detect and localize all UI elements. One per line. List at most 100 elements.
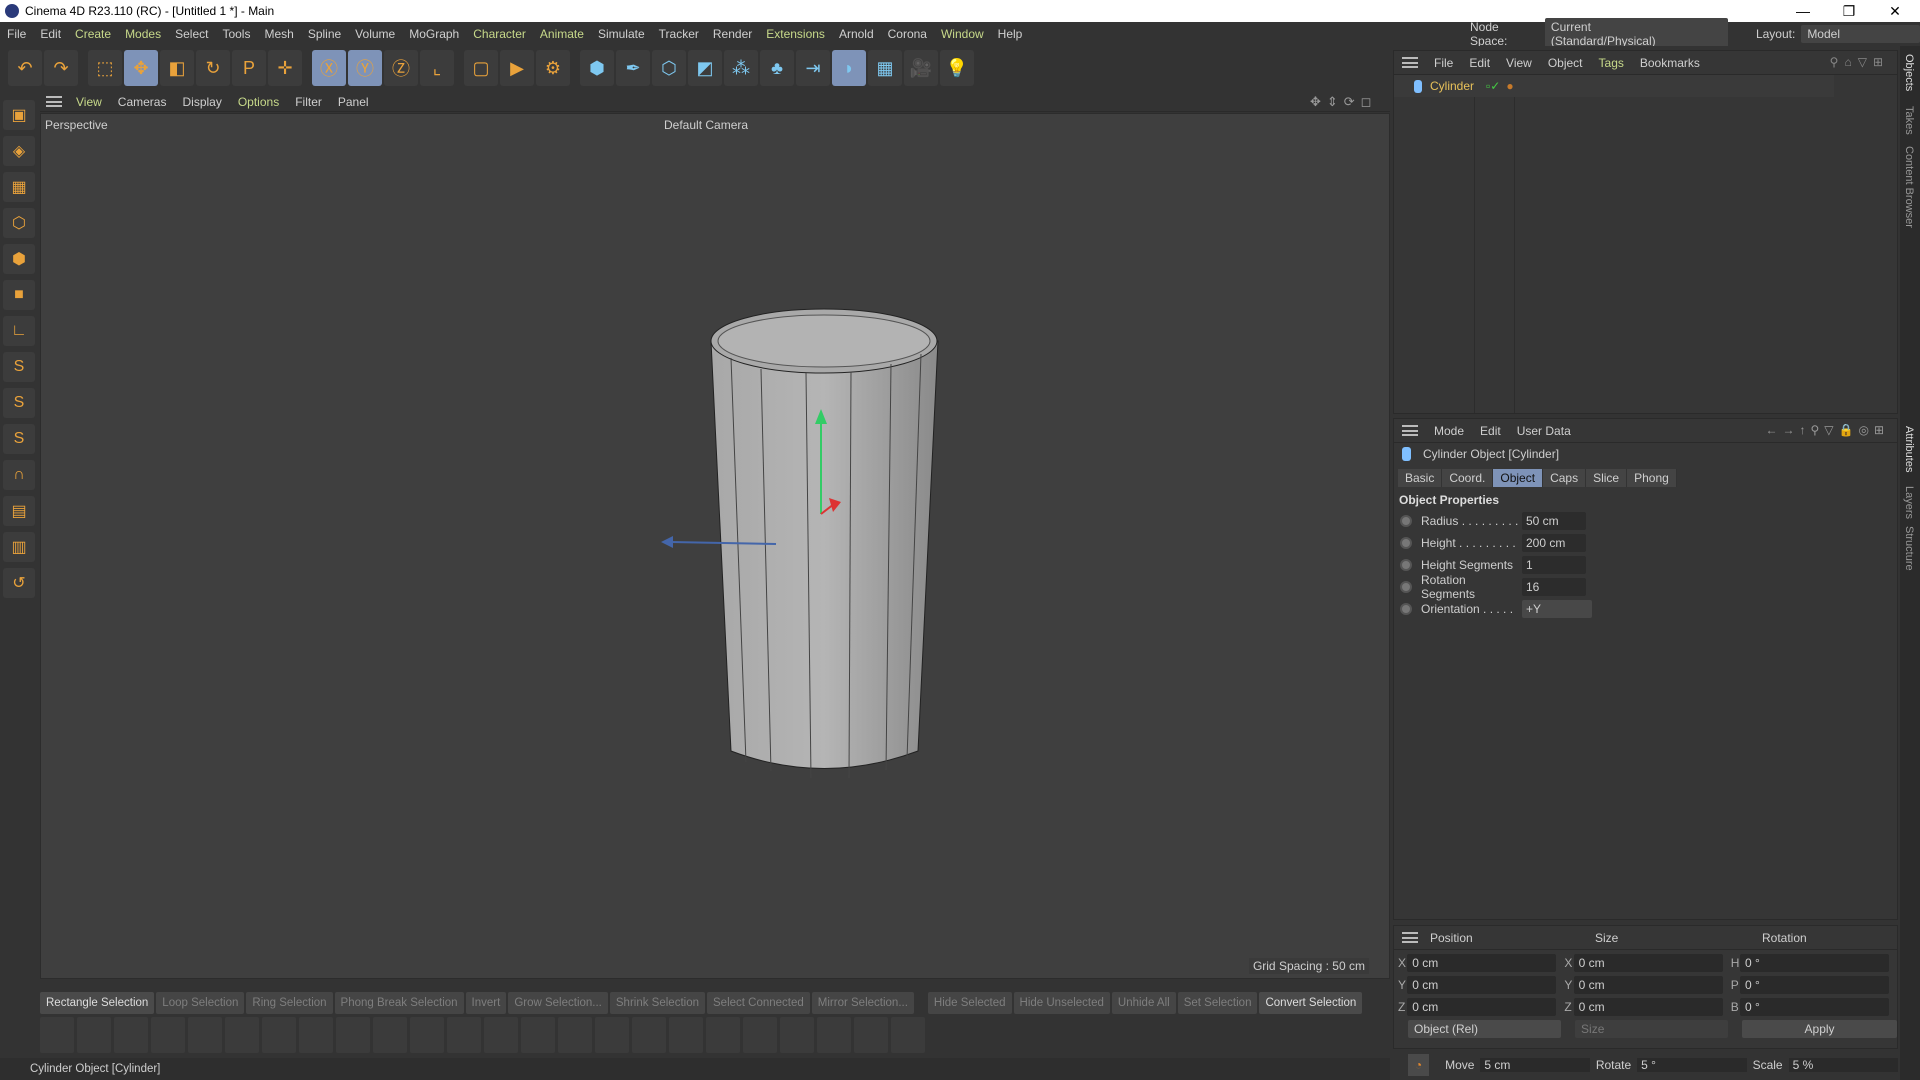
- magnet-icon[interactable]: [188, 1017, 222, 1053]
- dissolve-icon[interactable]: [669, 1017, 703, 1053]
- menu-corona[interactable]: Corona: [881, 27, 934, 41]
- restore-button[interactable]: ❐: [1826, 0, 1872, 22]
- menu-volume[interactable]: Volume: [348, 27, 402, 41]
- menu-animate[interactable]: Animate: [533, 27, 591, 41]
- size-field[interactable]: 0 cm: [1573, 976, 1723, 994]
- viewport-nav-icons[interactable]: ✥⇕⟳◻: [1310, 94, 1377, 110]
- quantize-icon[interactable]: S: [3, 424, 35, 454]
- rotate-icon[interactable]: ↻: [196, 50, 230, 86]
- points-mode-icon[interactable]: ⬡: [3, 208, 35, 238]
- minimize-button[interactable]: —: [1780, 0, 1826, 22]
- scale-step-field[interactable]: 5 %: [1788, 1058, 1898, 1072]
- menu-arnold[interactable]: Arnold: [832, 27, 881, 41]
- side-tab-layers[interactable]: Layers: [1903, 486, 1915, 519]
- render-settings-icon[interactable]: ⚙: [536, 50, 570, 86]
- rotation-field[interactable]: 0 °: [1739, 976, 1890, 994]
- attributes-menu-user-data[interactable]: User Data: [1517, 424, 1571, 438]
- objects-menu-edit[interactable]: Edit: [1469, 56, 1490, 70]
- extrude-icon[interactable]: ◩: [688, 50, 722, 86]
- property-field[interactable]: +Y: [1522, 600, 1592, 618]
- bridge-icon[interactable]: [336, 1017, 370, 1053]
- objects-menu-object[interactable]: Object: [1548, 56, 1583, 70]
- optimize-icon[interactable]: [817, 1017, 851, 1053]
- animate-radio-icon[interactable]: [1400, 603, 1412, 615]
- voronoi-icon[interactable]: ♣: [760, 50, 794, 86]
- line-cut-icon[interactable]: [373, 1017, 407, 1053]
- objects-menu-file[interactable]: File: [1434, 56, 1453, 70]
- viewport-menu-display[interactable]: Display: [174, 95, 229, 109]
- live-selection-icon[interactable]: ⬚: [88, 50, 122, 86]
- side-tab-structure[interactable]: Structure: [1903, 526, 1915, 571]
- axis-mode-icon[interactable]: ∟: [3, 316, 35, 346]
- edges-mode-icon[interactable]: ⬢: [3, 244, 35, 274]
- objects-menu-bookmarks[interactable]: Bookmarks: [1640, 56, 1700, 70]
- position-field[interactable]: 0 cm: [1407, 976, 1557, 994]
- tab-caps[interactable]: Caps: [1543, 469, 1587, 487]
- animate-radio-icon[interactable]: [1400, 581, 1412, 593]
- stitch-icon[interactable]: [114, 1017, 148, 1053]
- attributes-menu-mode[interactable]: Mode: [1434, 424, 1464, 438]
- snap-cycle-icon[interactable]: ◔: [1408, 1054, 1430, 1076]
- objects-menu-view[interactable]: View: [1506, 56, 1532, 70]
- rotation-field[interactable]: 0 °: [1739, 998, 1890, 1016]
- y-axis-icon[interactable]: Ⓨ: [348, 50, 382, 86]
- mirror-selection-button[interactable]: Mirror Selection...: [811, 992, 914, 1014]
- matrix-extrude-icon[interactable]: [299, 1017, 333, 1053]
- snap-settings-icon[interactable]: S: [3, 388, 35, 418]
- menu-spline[interactable]: Spline: [301, 27, 348, 41]
- grow-selection-button[interactable]: Grow Selection...: [508, 992, 608, 1014]
- side-tab-takes[interactable]: Takes: [1903, 106, 1915, 135]
- rotate-step-field[interactable]: 5 °: [1637, 1058, 1747, 1072]
- viewport-menu-panel[interactable]: Panel: [330, 95, 377, 109]
- property-field[interactable]: 50 cm: [1522, 512, 1586, 530]
- model-mode-icon[interactable]: ◈: [3, 136, 35, 166]
- viewport-menu-filter[interactable]: Filter: [287, 95, 330, 109]
- cloner-icon[interactable]: ⁂: [724, 50, 758, 86]
- menu-file[interactable]: File: [0, 27, 33, 41]
- cylinder-mesh[interactable]: [41, 114, 1391, 980]
- mirror-icon[interactable]: [706, 1017, 740, 1053]
- object-row-cylinder[interactable]: Cylinder ▫✓ ●: [1394, 75, 1834, 97]
- phong-break-selection-button[interactable]: Phong Break Selection: [334, 992, 464, 1014]
- transfer-icon[interactable]: [780, 1017, 814, 1053]
- animate-radio-icon[interactable]: [1400, 515, 1412, 527]
- menu-select[interactable]: Select: [168, 27, 215, 41]
- convert-selection-button[interactable]: Convert Selection: [1259, 992, 1363, 1014]
- objects-toolbar-icons[interactable]: ⚲⌂▽⊞: [1830, 55, 1889, 69]
- unhide-all-button[interactable]: Unhide All: [1111, 992, 1176, 1014]
- close-hole-icon[interactable]: [558, 1017, 592, 1053]
- menu-edit[interactable]: Edit: [33, 27, 68, 41]
- tab-object[interactable]: Object: [1493, 469, 1544, 487]
- apply-button[interactable]: Apply: [1742, 1020, 1897, 1038]
- object-name[interactable]: Cylinder: [1430, 79, 1474, 93]
- size-field[interactable]: 0 cm: [1573, 954, 1723, 972]
- align-icon[interactable]: [743, 1017, 777, 1053]
- animate-radio-icon[interactable]: [1400, 537, 1412, 549]
- bend-icon[interactable]: ◗: [832, 50, 866, 86]
- set-selection-button[interactable]: Set Selection: [1177, 992, 1258, 1014]
- slide-icon[interactable]: [484, 1017, 518, 1053]
- melt-icon[interactable]: [632, 1017, 666, 1053]
- add-icon[interactable]: ✛: [268, 50, 302, 86]
- polygons-mode-icon[interactable]: ■: [3, 280, 35, 310]
- polygon-pen-icon[interactable]: [77, 1017, 111, 1053]
- select-connected-button[interactable]: Select Connected: [707, 992, 810, 1014]
- loop-selection-button[interactable]: Loop Selection: [156, 992, 245, 1014]
- z-axis-icon[interactable]: Ⓩ: [384, 50, 418, 86]
- hamburger-icon[interactable]: [46, 96, 62, 107]
- undo-icon[interactable]: ↶: [8, 50, 42, 86]
- weld-icon[interactable]: [595, 1017, 629, 1053]
- spin-icon[interactable]: [891, 1017, 925, 1053]
- connect-icon[interactable]: [521, 1017, 555, 1053]
- hamburger-icon[interactable]: [1402, 57, 1418, 68]
- side-tab-attributes[interactable]: Attributes: [1903, 426, 1915, 472]
- position-field[interactable]: 0 cm: [1407, 954, 1557, 972]
- menu-render[interactable]: Render: [706, 27, 759, 41]
- shrink-selection-button[interactable]: Shrink Selection: [609, 992, 705, 1014]
- light-icon[interactable]: 💡: [940, 50, 974, 86]
- hide-selected-button[interactable]: Hide Selected: [927, 992, 1012, 1014]
- move-icon[interactable]: ✥: [124, 50, 158, 86]
- viewport-menu-view[interactable]: View: [68, 95, 110, 109]
- knife-icon[interactable]: [151, 1017, 185, 1053]
- viewport[interactable]: Perspective Default Camera Grid Spacing …: [40, 113, 1390, 979]
